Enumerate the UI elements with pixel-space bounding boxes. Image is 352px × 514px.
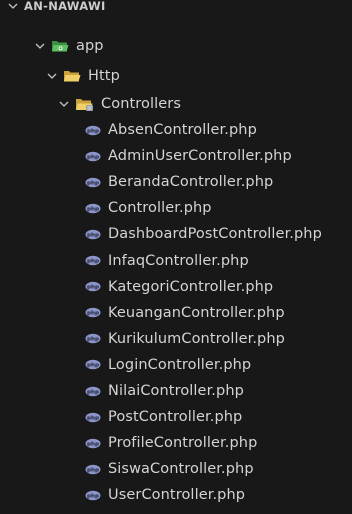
svg-text:php: php <box>87 259 99 265</box>
file-item[interactable]: php KategoriController.php <box>0 274 352 300</box>
file-item[interactable]: php PostController.php <box>0 404 352 430</box>
svg-text:php: php <box>87 206 99 212</box>
file-label: Controller.php <box>108 200 212 217</box>
file-label: PostController.php <box>108 409 243 426</box>
svg-text:php: php <box>87 232 99 238</box>
svg-text:php: php <box>87 311 99 317</box>
php-file-icon: php <box>85 229 101 240</box>
php-file-icon: php <box>85 386 101 397</box>
chevron-down-icon[interactable] <box>33 39 47 53</box>
php-file-icon: php <box>85 125 101 136</box>
folder-open-icon <box>63 69 81 83</box>
file-label: AbsenController.php <box>108 122 257 138</box>
file-item[interactable]: php KeuanganController.php <box>0 300 352 326</box>
file-item[interactable]: php Controller.php <box>0 195 352 221</box>
php-file-icon: php <box>85 412 101 423</box>
folder-controller-icon <box>75 97 94 112</box>
file-item[interactable]: php InfaqController.php <box>0 248 352 274</box>
file-label: KategoriController.php <box>108 278 274 295</box>
file-label: NilaiController.php <box>108 383 244 399</box>
file-item[interactable]: php ProfileController.php <box>0 430 352 456</box>
php-file-icon: php <box>85 359 101 370</box>
svg-text:php: php <box>87 285 99 291</box>
folder-label: app <box>76 38 104 54</box>
file-item[interactable]: php AbsenController.php <box>0 117 352 143</box>
folder-label: Controllers <box>101 96 181 112</box>
chevron-down-icon[interactable] <box>45 69 59 83</box>
file-item[interactable]: php SiswaController.php <box>0 456 352 482</box>
file-item[interactable]: php KurikulumController.php <box>0 326 352 352</box>
folder-open-green-icon <box>51 39 69 53</box>
explorer-root-header[interactable]: AN-NAWAWI <box>0 0 352 18</box>
svg-text:php: php <box>87 441 99 447</box>
file-item[interactable]: php LoginController.php <box>0 352 352 378</box>
svg-text:php: php <box>87 337 99 343</box>
file-label: BerandaController.php <box>108 174 274 191</box>
chevron-down-icon[interactable] <box>57 97 71 111</box>
php-file-icon: php <box>85 464 101 475</box>
file-label: DashboardPostController.php <box>108 226 322 243</box>
root-folder-label: AN-NAWAWI <box>24 0 106 13</box>
tree-item-controllers-folder[interactable]: Controllers <box>0 91 352 117</box>
php-file-icon: php <box>85 333 101 344</box>
php-file-icon: php <box>85 177 101 188</box>
file-label: LoginController.php <box>108 356 252 373</box>
chevron-down-icon[interactable] <box>6 0 20 13</box>
file-item[interactable]: php NilaiController.php <box>0 378 352 404</box>
tree-item-http-folder[interactable]: Http <box>0 63 352 89</box>
svg-text:php: php <box>87 363 99 369</box>
folder-label: Http <box>88 68 120 84</box>
file-explorer: AN-NAWAWI app Http Controllers php Absen… <box>0 0 352 514</box>
php-file-icon: php <box>85 281 101 292</box>
file-label: UserController.php <box>108 487 246 504</box>
php-file-icon: php <box>85 151 101 162</box>
file-item[interactable]: php UserController.php <box>0 482 352 508</box>
file-label: InfaqController.php <box>108 252 249 269</box>
svg-text:php: php <box>87 128 99 134</box>
svg-text:php: php <box>87 415 99 421</box>
file-label: KurikulumController.php <box>108 330 285 347</box>
svg-text:php: php <box>87 180 99 186</box>
svg-text:php: php <box>87 154 99 160</box>
file-item[interactable]: php AdminUserController.php <box>0 143 352 169</box>
svg-text:php: php <box>87 493 99 499</box>
php-file-icon: php <box>85 307 101 318</box>
php-file-icon: php <box>85 490 101 501</box>
file-label: KeuanganController.php <box>108 304 285 321</box>
file-item[interactable]: php BerandaController.php <box>0 169 352 195</box>
file-item[interactable]: php DashboardPostController.php <box>0 221 352 247</box>
svg-text:php: php <box>87 389 99 395</box>
file-label: SiswaController.php <box>108 461 254 478</box>
svg-text:php: php <box>87 467 99 473</box>
php-file-icon: php <box>85 255 101 266</box>
file-label: ProfileController.php <box>108 435 258 452</box>
php-file-icon: php <box>85 203 101 214</box>
tree-item-app-folder[interactable]: app <box>0 33 352 59</box>
file-label: AdminUserController.php <box>108 148 292 165</box>
php-file-icon: php <box>85 438 101 449</box>
